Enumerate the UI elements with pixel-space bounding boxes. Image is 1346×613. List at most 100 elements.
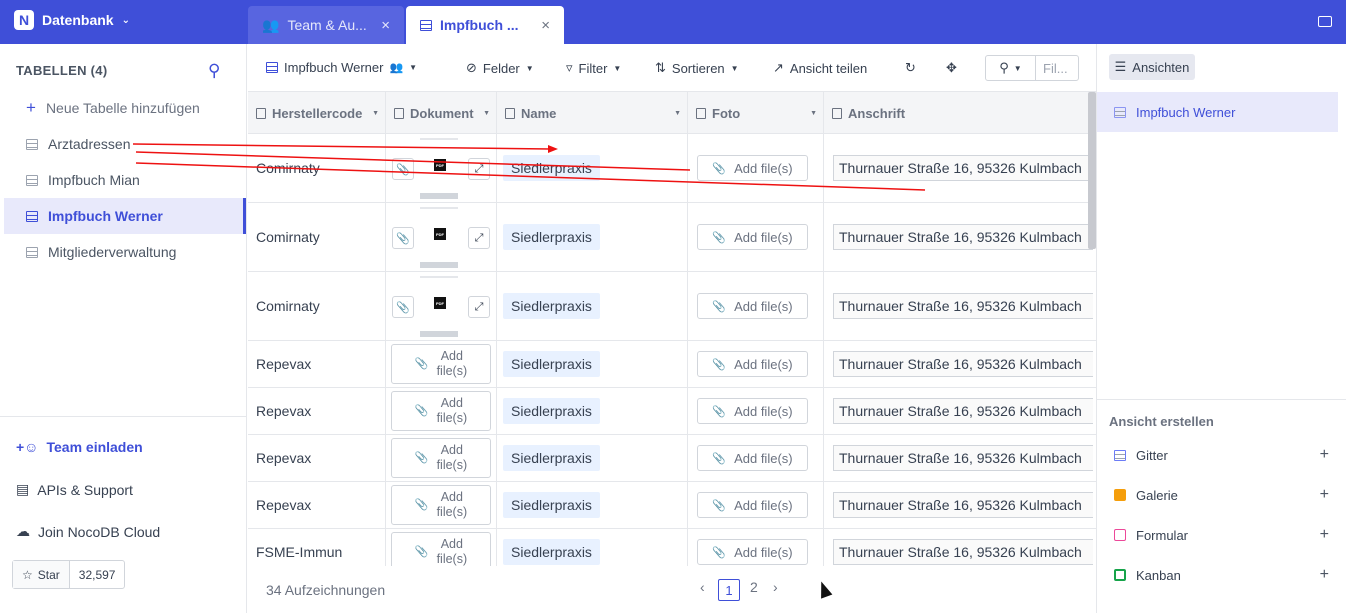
attachment-cell[interactable]: 📎 PDF ⤢ bbox=[386, 272, 496, 340]
create-form-view-button[interactable]: Formular + bbox=[1114, 526, 1329, 544]
cell-dokument[interactable]: 📎 Add file(s) bbox=[386, 341, 497, 387]
cell-anschrift[interactable]: Thurnauer Straße 16, 95326 Kulmbach bbox=[824, 134, 1096, 202]
add-file-button[interactable]: 📎 Add file(s) bbox=[697, 398, 808, 424]
cell-foto[interactable]: 📎 Add file(s) bbox=[688, 529, 824, 566]
add-file-button[interactable]: 📎 Add file(s) bbox=[391, 532, 491, 566]
cell-herstellercode[interactable]: Comirnaty bbox=[248, 134, 386, 202]
create-kanban-view-button[interactable]: Kanban + bbox=[1114, 566, 1329, 584]
expand-icon[interactable]: ⤢ bbox=[468, 296, 490, 318]
cell-herstellercode[interactable]: FSME-Immun bbox=[248, 529, 386, 566]
caret-down-icon[interactable]: ▼ bbox=[810, 110, 817, 117]
fields-button[interactable]: ⊘ Felder ▼ bbox=[466, 60, 534, 76]
column-header-foto[interactable]: Foto ▼ bbox=[688, 92, 824, 134]
cell-name[interactable]: Siedlerpraxis bbox=[497, 134, 688, 202]
cell-name[interactable]: Siedlerpraxis bbox=[497, 272, 688, 340]
cell-anschrift[interactable]: Thurnauer Straße 16, 95326 Kulmbach bbox=[824, 341, 1096, 387]
add-file-button[interactable]: 📎 Add file(s) bbox=[391, 344, 491, 384]
cell-dokument[interactable]: 📎 Add file(s) bbox=[386, 388, 497, 434]
paperclip-icon[interactable]: 📎 bbox=[392, 158, 414, 180]
cell-foto[interactable]: 📎 Add file(s) bbox=[688, 134, 824, 202]
cell-foto[interactable]: 📎 Add file(s) bbox=[688, 341, 824, 387]
close-icon[interactable]: × bbox=[541, 17, 550, 34]
cell-name[interactable]: Siedlerpraxis bbox=[497, 435, 688, 481]
sort-button[interactable]: ⇅ Sortieren ▼ bbox=[655, 60, 739, 76]
table-row[interactable]: Comirnaty 📎 PDF ⤢ Siedlerpraxis 📎 Add fi… bbox=[248, 272, 1096, 341]
create-grid-view-button[interactable]: Gitter + bbox=[1114, 446, 1329, 464]
cell-foto[interactable]: 📎 Add file(s) bbox=[688, 388, 824, 434]
cell-anschrift[interactable]: Thurnauer Straße 16, 95326 Kulmbach bbox=[824, 482, 1096, 528]
create-gallery-view-button[interactable]: Galerie + bbox=[1114, 486, 1329, 504]
table-row[interactable]: Repevax 📎 Add file(s) Siedlerpraxis 📎 Add… bbox=[248, 341, 1096, 388]
linked-record-chip[interactable]: Siedlerpraxis bbox=[503, 155, 600, 181]
column-header-name[interactable]: Name ▼ bbox=[497, 92, 688, 134]
cell-name[interactable]: Siedlerpraxis bbox=[497, 388, 688, 434]
sidebar-item-arztadressen[interactable]: Arztadressen bbox=[4, 126, 246, 162]
add-file-button[interactable]: 📎 Add file(s) bbox=[391, 485, 491, 525]
tab-impfbuch[interactable]: Impfbuch ... × bbox=[406, 6, 564, 44]
apis-support-link[interactable]: ▤ APIs & Support bbox=[16, 481, 133, 498]
filter-button[interactable]: ▿ Filter ▼ bbox=[566, 60, 621, 76]
linked-record-chip[interactable]: Siedlerpraxis bbox=[503, 398, 600, 424]
cell-herstellercode[interactable]: Comirnaty bbox=[248, 272, 386, 340]
add-file-button[interactable]: 📎 Add file(s) bbox=[697, 445, 808, 471]
toggle-sidebar-icon[interactable] bbox=[1318, 16, 1332, 27]
cell-herstellercode[interactable]: Comirnaty bbox=[248, 203, 386, 271]
view-name-dropdown[interactable]: Impfbuch Werner 👥 ▼ bbox=[266, 60, 417, 75]
prev-page-icon[interactable]: ‹ bbox=[700, 579, 705, 595]
close-icon[interactable]: × bbox=[381, 17, 390, 34]
cell-anschrift[interactable]: Thurnauer Straße 16, 95326 Kulmbach bbox=[824, 272, 1096, 340]
star-button[interactable]: ☆ Star bbox=[13, 561, 70, 588]
cell-name[interactable]: Siedlerpraxis bbox=[497, 341, 688, 387]
views-toggle-button[interactable]: ☰ Ansichten bbox=[1109, 54, 1195, 80]
join-cloud-link[interactable]: ☁ Join NocoDB Cloud bbox=[16, 523, 160, 540]
add-file-button[interactable]: 📎 Add file(s) bbox=[697, 539, 808, 565]
paperclip-icon[interactable]: 📎 bbox=[392, 296, 414, 318]
tab-team-auth[interactable]: 👥 Team & Au... × bbox=[248, 6, 404, 44]
cell-name[interactable]: Siedlerpraxis bbox=[497, 529, 688, 566]
cell-name[interactable]: Siedlerpraxis bbox=[497, 482, 688, 528]
search-input[interactable]: Fil... bbox=[1036, 61, 1068, 76]
cell-foto[interactable]: 📎 Add file(s) bbox=[688, 435, 824, 481]
cell-dokument[interactable]: 📎 PDF ⤢ bbox=[386, 272, 497, 340]
view-item-impfbuch-werner[interactable]: Impfbuch Werner bbox=[1097, 92, 1338, 132]
caret-down-icon[interactable]: ▼ bbox=[483, 110, 490, 117]
cell-anschrift[interactable]: Thurnauer Straße 16, 95326 Kulmbach bbox=[824, 529, 1096, 566]
cell-dokument[interactable]: 📎 Add file(s) bbox=[386, 435, 497, 481]
add-file-button[interactable]: 📎 Add file(s) bbox=[697, 492, 808, 518]
expand-icon[interactable]: ⤢ bbox=[468, 227, 490, 249]
column-header-herstellercode[interactable]: Herstellercode ▼ bbox=[248, 92, 386, 134]
cell-herstellercode[interactable]: Repevax bbox=[248, 388, 386, 434]
github-star-widget[interactable]: ☆ Star 32,597 bbox=[12, 560, 126, 589]
search-field-selector[interactable]: ⚲ ▼ bbox=[986, 56, 1036, 80]
sidebar-item-mitgliederverwaltung[interactable]: Mitgliederverwaltung bbox=[4, 234, 246, 270]
linked-record-chip[interactable]: Siedlerpraxis bbox=[503, 539, 600, 565]
cell-dokument[interactable]: 📎 Add file(s) bbox=[386, 529, 497, 566]
cell-foto[interactable]: 📎 Add file(s) bbox=[688, 482, 824, 528]
search-box[interactable]: ⚲ ▼ Fil... bbox=[985, 55, 1079, 81]
cell-dokument[interactable]: 📎 PDF ⤢ bbox=[386, 203, 497, 271]
page-button-1[interactable]: 1 bbox=[718, 579, 740, 601]
page-button-2[interactable]: 2 bbox=[750, 579, 758, 595]
linked-record-chip[interactable]: Siedlerpraxis bbox=[503, 492, 600, 518]
vertical-scrollbar[interactable] bbox=[1088, 92, 1096, 249]
add-file-button[interactable]: 📎 Add file(s) bbox=[697, 293, 808, 319]
cell-anschrift[interactable]: Thurnauer Straße 16, 95326 Kulmbach bbox=[824, 388, 1096, 434]
table-row[interactable]: Comirnaty 📎 PDF ⤢ Siedlerpraxis 📎 Add fi… bbox=[248, 134, 1096, 203]
expand-icon[interactable]: ⤢ bbox=[468, 158, 490, 180]
column-header-dokument[interactable]: Dokument ▼ bbox=[386, 92, 497, 134]
cell-anschrift[interactable]: Thurnauer Straße 16, 95326 Kulmbach bbox=[824, 435, 1096, 481]
table-row[interactable]: FSME-Immun 📎 Add file(s) Siedlerpraxis 📎 … bbox=[248, 529, 1096, 566]
cell-herstellercode[interactable]: Repevax bbox=[248, 482, 386, 528]
add-file-button[interactable]: 📎 Add file(s) bbox=[697, 155, 808, 181]
share-view-button[interactable]: ↗ Ansicht teilen bbox=[773, 60, 867, 76]
search-icon[interactable]: ⚲ bbox=[208, 61, 220, 81]
add-table-button[interactable]: + Neue Tabelle hinzufügen bbox=[26, 98, 200, 118]
cell-foto[interactable]: 📎 Add file(s) bbox=[688, 203, 824, 271]
column-header-anschrift[interactable]: Anschrift bbox=[824, 92, 1096, 134]
attachment-cell[interactable]: 📎 PDF ⤢ bbox=[386, 203, 496, 271]
reload-icon[interactable]: ↻ bbox=[905, 60, 916, 76]
add-file-button[interactable]: 📎 Add file(s) bbox=[697, 351, 808, 377]
caret-down-icon[interactable]: ▼ bbox=[674, 110, 681, 117]
pdf-file-icon[interactable]: PDF bbox=[434, 228, 446, 240]
next-page-icon[interactable]: › bbox=[773, 579, 778, 595]
